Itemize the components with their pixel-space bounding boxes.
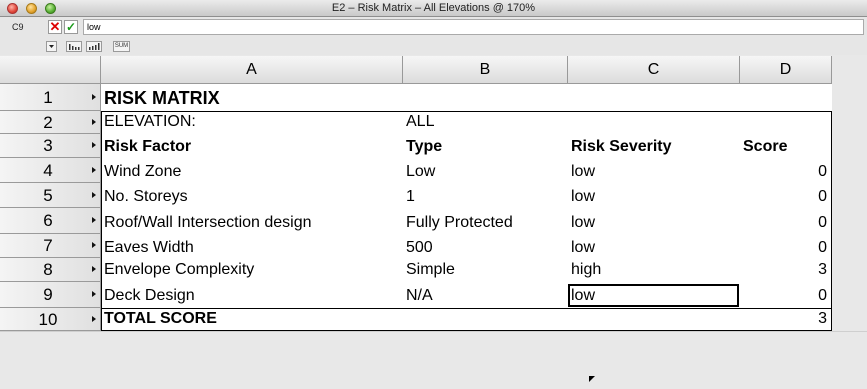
cell-d5[interactable]: 0 [740, 188, 827, 206]
status-strip [0, 371, 867, 389]
cell-a3[interactable]: Risk Factor [104, 138, 191, 156]
bar-chart-icon[interactable] [66, 41, 82, 52]
row-number: 6 [43, 211, 53, 230]
column-chart-icon[interactable] [86, 41, 102, 52]
row-expand-icon[interactable] [92, 94, 96, 100]
cancel-x-icon: ✕ [49, 19, 61, 34]
row-header-10[interactable]: 10 [0, 308, 101, 331]
dropdown-arrow-icon[interactable] [46, 41, 57, 52]
row-number: 8 [43, 260, 53, 279]
cell-b3[interactable]: Type [406, 138, 442, 156]
window-titlebar: E2 – Risk Matrix – All Elevations @ 170% [0, 0, 867, 17]
row-header-6[interactable]: 6 [0, 208, 101, 234]
row-expand-icon[interactable] [92, 167, 96, 173]
row-expand-icon[interactable] [92, 291, 96, 297]
row-header-1[interactable]: 1 [0, 84, 101, 111]
cell-b5[interactable]: 1 [406, 188, 415, 206]
cell-d10[interactable]: 3 [740, 310, 827, 328]
row-header-3[interactable]: 3 [0, 134, 101, 158]
cell-b2[interactable]: ALL [406, 113, 434, 131]
empty-sheet-area [0, 331, 867, 372]
cell-a5[interactable]: No. Storeys [104, 188, 188, 206]
cell-a4[interactable]: Wind Zone [104, 163, 181, 181]
cell-a7[interactable]: Eaves Width [104, 239, 194, 257]
select-all-corner[interactable] [0, 56, 101, 84]
row-number: 4 [43, 161, 53, 180]
sum-button[interactable]: SUM [113, 41, 130, 52]
row-header-4[interactable]: 4 [0, 158, 101, 183]
row-number: 3 [43, 136, 53, 155]
checkmark-icon: ✓ [65, 20, 77, 34]
window-title: E2 – Risk Matrix – All Elevations @ 170% [331, 2, 536, 14]
cell-b6[interactable]: Fully Protected [406, 214, 513, 232]
cell-a6[interactable]: Roof/Wall Intersection design [104, 214, 312, 232]
accept-edit-button[interactable]: ✓ [64, 20, 78, 34]
cell-c4[interactable]: low [571, 163, 595, 181]
column-header-d[interactable]: D [740, 56, 832, 84]
cell-c5[interactable]: low [571, 188, 595, 206]
cell-d6[interactable]: 0 [740, 214, 827, 232]
row-expand-icon[interactable] [92, 217, 96, 223]
row-expand-icon[interactable] [92, 316, 96, 322]
cell-d3[interactable]: Score [743, 138, 787, 156]
row-expand-icon[interactable] [92, 119, 96, 125]
row-number: 1 [43, 88, 53, 107]
cell-d7[interactable]: 0 [740, 239, 827, 257]
row-header-7[interactable]: 7 [0, 234, 101, 258]
row-header-5[interactable]: 5 [0, 183, 101, 208]
formula-bar: C9 ✕ ✓ [0, 17, 867, 39]
cell-a2[interactable]: ELEVATION: [104, 113, 196, 131]
row-expand-icon[interactable] [92, 242, 96, 248]
row-number: 7 [43, 236, 53, 255]
spreadsheet-grid: A B C D 1 2 3 4 5 6 7 8 9 10 RISK MATRIX… [0, 56, 832, 331]
row-header-9[interactable]: 9 [0, 282, 101, 308]
row-header-8[interactable]: 8 [0, 258, 101, 282]
cancel-edit-button[interactable]: ✕ [48, 20, 62, 34]
selected-cell-outline[interactable] [568, 284, 739, 307]
cell-reference: C9 [12, 22, 24, 32]
row-number: 2 [43, 113, 53, 132]
cell-a10[interactable]: TOTAL SCORE [104, 310, 217, 328]
row-number: 5 [43, 186, 53, 205]
row-expand-icon[interactable] [92, 266, 96, 272]
cell-b8[interactable]: Simple [406, 261, 455, 279]
column-header-c[interactable]: C [568, 56, 740, 84]
cell-d4[interactable]: 0 [740, 163, 827, 181]
sheet-toolbar: SUM [0, 39, 867, 55]
cell-a8[interactable]: Envelope Complexity [104, 261, 254, 279]
cell-b4[interactable]: Low [406, 163, 435, 181]
cell-a9[interactable]: Deck Design [104, 287, 195, 305]
column-header-a[interactable]: A [101, 56, 403, 84]
total-divider [101, 308, 832, 309]
cell-d9[interactable]: 0 [740, 287, 827, 305]
cell-c7[interactable]: low [571, 239, 595, 257]
cell-c8[interactable]: high [571, 261, 601, 279]
cell-c6[interactable]: low [571, 214, 595, 232]
row-expand-icon[interactable] [92, 192, 96, 198]
row-number: 9 [43, 285, 53, 304]
cell-d8[interactable]: 3 [740, 261, 827, 279]
column-header-b[interactable]: B [403, 56, 568, 84]
cell-c3[interactable]: Risk Severity [571, 138, 672, 156]
row-expand-icon[interactable] [92, 142, 96, 148]
cell-b9[interactable]: N/A [406, 287, 433, 305]
row-header-2[interactable]: 2 [0, 111, 101, 134]
cell-b7[interactable]: 500 [406, 239, 433, 257]
cell-a1[interactable]: RISK MATRIX [104, 88, 220, 109]
mouse-cursor-icon [589, 376, 595, 382]
row-number: 10 [38, 310, 58, 329]
formula-input[interactable] [83, 19, 864, 35]
